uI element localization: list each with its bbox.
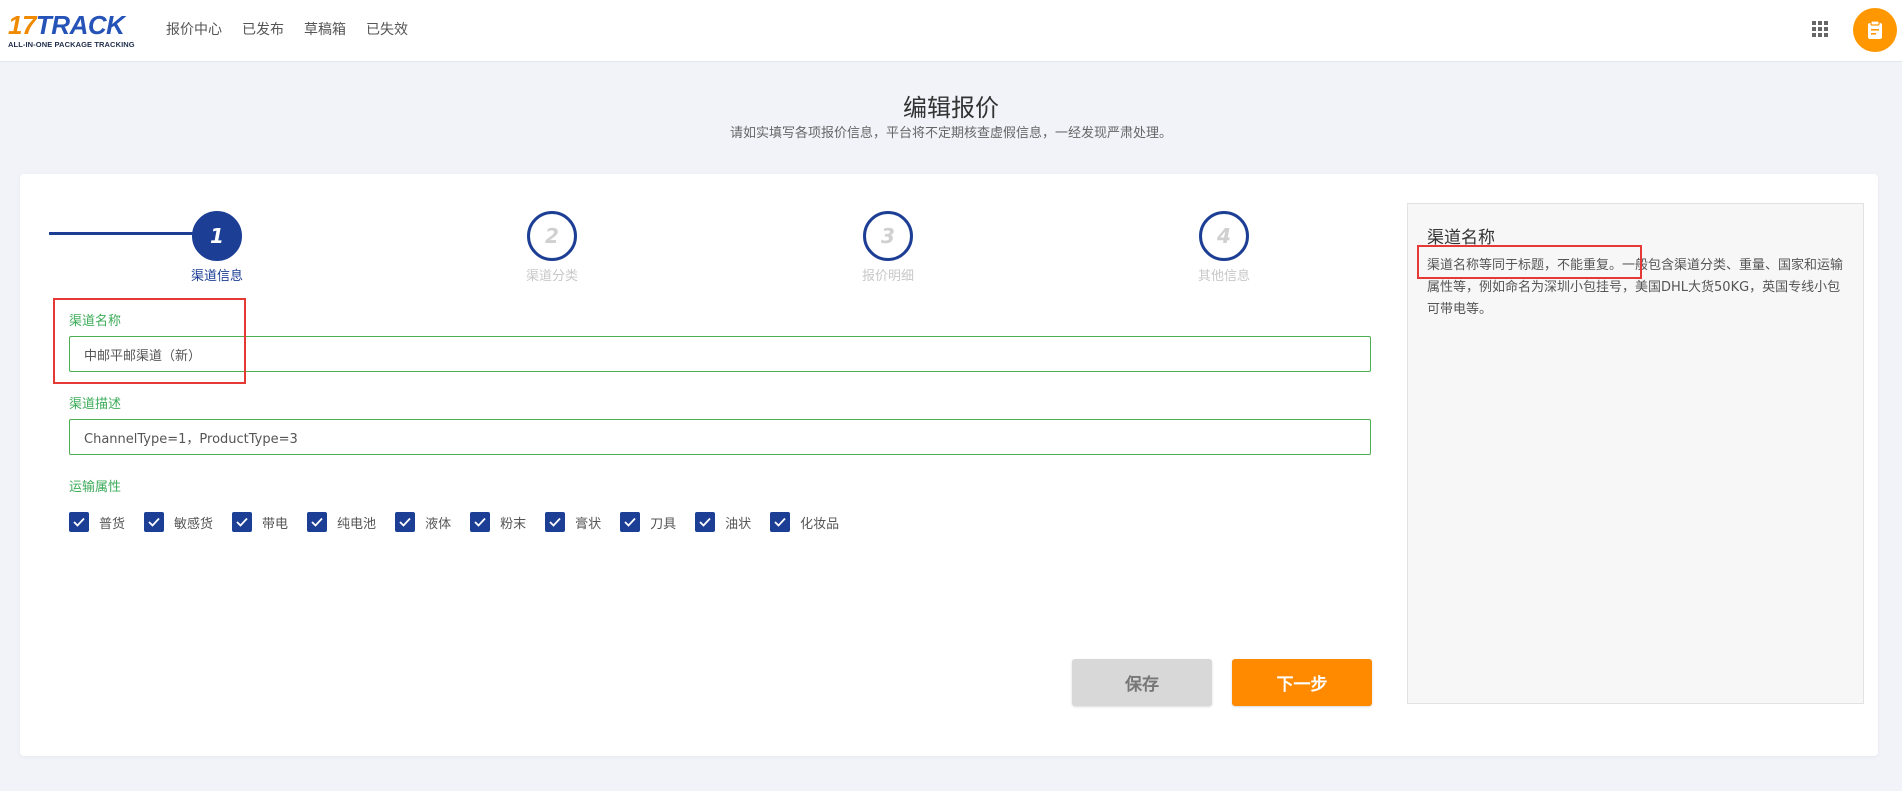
checkbox-oily[interactable]: 油状 [695,512,751,532]
next-step-button[interactable]: 下一步 [1232,659,1372,706]
nav-item-published[interactable]: 已发布 [242,19,284,39]
channel-name-label: 渠道名称 [69,314,122,329]
step-label: 渠道信息 [190,269,243,284]
checkbox-with-battery[interactable]: 带电 [232,512,288,532]
step-number: 1 [192,211,242,261]
save-button[interactable]: 保存 [1072,659,1212,706]
shipping-attrs-label: 运输属性 [69,480,122,495]
shipping-attrs-checkbox-group: 普货 敏感货 带电 纯电池 液体 粉末 膏状 刀具 油状 化妆品 [69,511,858,533]
user-menu-button[interactable] [1853,8,1897,52]
checkbox-label: 普货 [99,516,126,532]
help-panel: 渠道名称 渠道名称等同于标题，不能重复。一般包含渠道分类、重量、国家和运输属性等… [1407,203,1864,704]
step-number: 3 [863,211,913,261]
checkbox-sensitive-goods[interactable]: 敏感货 [144,512,213,532]
checkbox-general-goods[interactable]: 普货 [69,512,125,532]
step-channel-category[interactable]: 2 渠道分类 [482,211,622,284]
logo-tagline: ALL-IN-ONE PACKAGE TRACKING [8,40,135,49]
step-number: 2 [527,211,577,261]
nav-item-expired[interactable]: 已失效 [366,19,408,39]
step-quote-details[interactable]: 3 报价明细 [818,211,958,284]
check-icon [470,512,491,532]
step-number: 4 [1199,211,1249,261]
checkbox-label: 敏感货 [174,516,214,532]
channel-desc-input[interactable]: ChannelType=1，ProductType=3 [69,419,1371,455]
check-icon [545,512,566,532]
checkbox-knives[interactable]: 刀具 [620,512,676,532]
checkbox-label: 化妆品 [800,516,840,532]
apps-grid-icon[interactable] [1812,21,1828,37]
checkbox-label: 膏状 [575,516,602,532]
17track-logo[interactable]: 17TRACK ALL-IN-ONE PACKAGE TRACKING [8,12,140,49]
checkbox-label: 纯电池 [337,516,377,532]
step-label: 报价明细 [861,269,914,284]
logo-text: 17TRACK [8,10,125,40]
check-icon [695,512,716,532]
checkbox-cosmetics[interactable]: 化妆品 [770,512,839,532]
check-icon [69,512,89,532]
check-icon [144,512,165,532]
help-title: 渠道名称 [1427,228,1495,248]
check-icon [770,512,791,532]
channel-name-input[interactable]: 中邮平邮渠道（新） [69,336,1371,372]
check-icon [307,512,328,532]
check-icon [232,512,253,532]
step-label: 渠道分类 [525,269,578,284]
checkbox-label: 刀具 [650,516,677,532]
check-icon [620,512,641,532]
step-channel-info[interactable]: 1 渠道信息 [147,211,287,284]
clipboard-icon [1868,20,1882,39]
checkbox-pure-battery[interactable]: 纯电池 [307,512,376,532]
nav-item-quote-center[interactable]: 报价中心 [166,19,222,39]
channel-desc-label: 渠道描述 [69,397,122,412]
page-title: 编辑报价 [903,94,999,122]
checkbox-label: 粉末 [500,516,527,532]
main-nav: 报价中心 已发布 草稿箱 已失效 [166,0,428,57]
checkbox-label: 油状 [725,516,752,532]
logo-wordmark: 17TRACK [8,12,140,38]
checkbox-powder[interactable]: 粉末 [470,512,526,532]
step-other-info[interactable]: 4 其他信息 [1154,211,1294,284]
checkbox-label: 液体 [425,516,452,532]
page-subtitle: 请如实填写各项报价信息，平台将不定期核查虚假信息，一经发现严肃处理。 [729,126,1172,141]
checkbox-label: 带电 [262,516,289,532]
top-header: 17TRACK ALL-IN-ONE PACKAGE TRACKING 报价中心… [0,0,1902,62]
nav-item-drafts[interactable]: 草稿箱 [304,19,346,39]
help-text: 渠道名称等同于标题，不能重复。一般包含渠道分类、重量、国家和运输属性等，例如命名… [1427,258,1844,317]
check-icon [395,512,416,532]
checkbox-paste[interactable]: 膏状 [545,512,601,532]
checkbox-liquid[interactable]: 液体 [395,512,451,532]
step-label: 其他信息 [1197,269,1250,284]
